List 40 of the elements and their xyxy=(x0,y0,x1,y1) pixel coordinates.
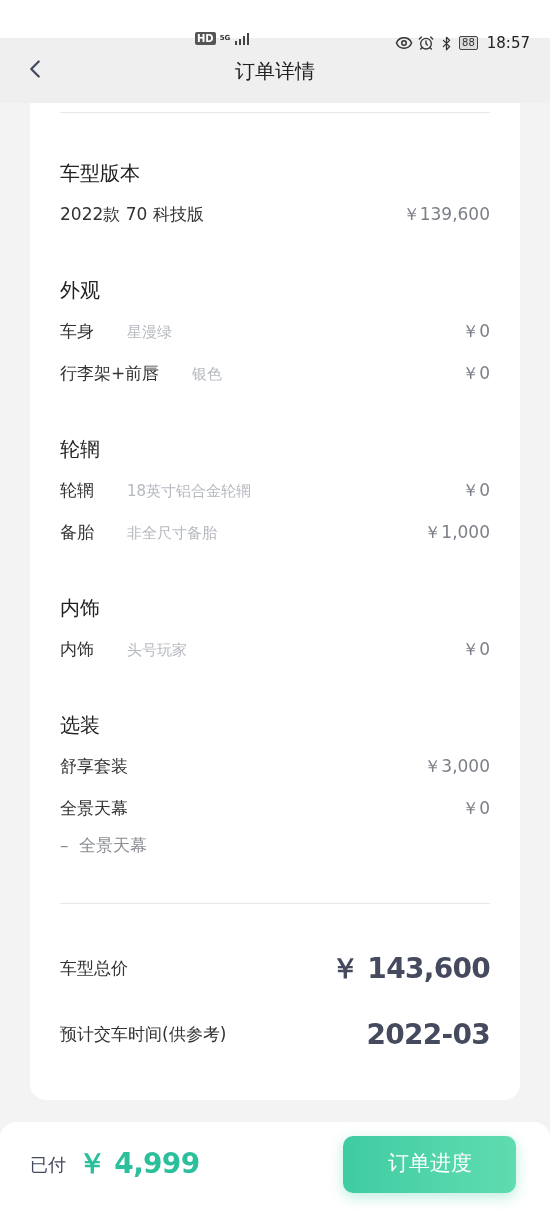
total-label: 预计交车时间(供参考) xyxy=(60,1023,227,1047)
page-title: 订单详情 xyxy=(234,58,316,85)
signal-icon xyxy=(234,32,251,45)
item-name: 舒享套装 xyxy=(60,755,128,779)
total-value: 2022-03 xyxy=(366,1017,490,1053)
order-progress-button[interactable]: 订单进度 xyxy=(343,1135,516,1193)
item-name: 车身 xyxy=(60,320,94,344)
item-name: 2022款 70 科技版 xyxy=(60,203,204,227)
item-price: ￥1,000 xyxy=(424,521,490,545)
item-name: 行李架+前唇 xyxy=(60,362,160,386)
paid-label: 已付 xyxy=(30,1152,66,1177)
item-price: ￥3,000 xyxy=(424,755,490,779)
hd-badge: HD xyxy=(195,32,216,45)
item-name: 全景天幕 xyxy=(60,797,128,821)
item-option: 非全尺寸备胎 xyxy=(127,521,217,545)
section-title: 轮辋 xyxy=(60,436,101,463)
item-price: ￥0 xyxy=(462,362,490,386)
item-price: ￥139,600 xyxy=(402,203,490,227)
item-name: 轮辋 xyxy=(60,479,94,503)
item-price: ￥0 xyxy=(462,797,490,821)
alarm-icon xyxy=(418,35,435,52)
paid-amount: ￥ 4,999 xyxy=(78,1146,200,1182)
section-title: 外观 xyxy=(60,277,101,304)
item-option: 银色 xyxy=(192,362,223,386)
battery-icon: 88 xyxy=(459,36,478,51)
clock-time: 18:57 xyxy=(486,33,530,54)
item-name: 内饰 xyxy=(60,638,94,662)
section-title: 内饰 xyxy=(60,595,101,622)
section-title: 选装 xyxy=(60,712,101,739)
item-price: ￥0 xyxy=(462,638,490,662)
total-label: 车型总价 xyxy=(60,957,128,981)
item-name: 备胎 xyxy=(60,521,94,545)
item-option: 头号玩家 xyxy=(127,638,187,662)
total-value: ￥ 143,600 xyxy=(331,951,490,987)
item-price: ￥0 xyxy=(462,320,490,344)
item-option: 18英寸铝合金轮辋 xyxy=(127,479,252,503)
item-option: 星漫绿 xyxy=(127,320,172,344)
section-title: 车型版本 xyxy=(60,160,141,187)
item-subitem: – 全景天幕 xyxy=(60,834,149,858)
item-price: ￥0 xyxy=(462,479,490,503)
